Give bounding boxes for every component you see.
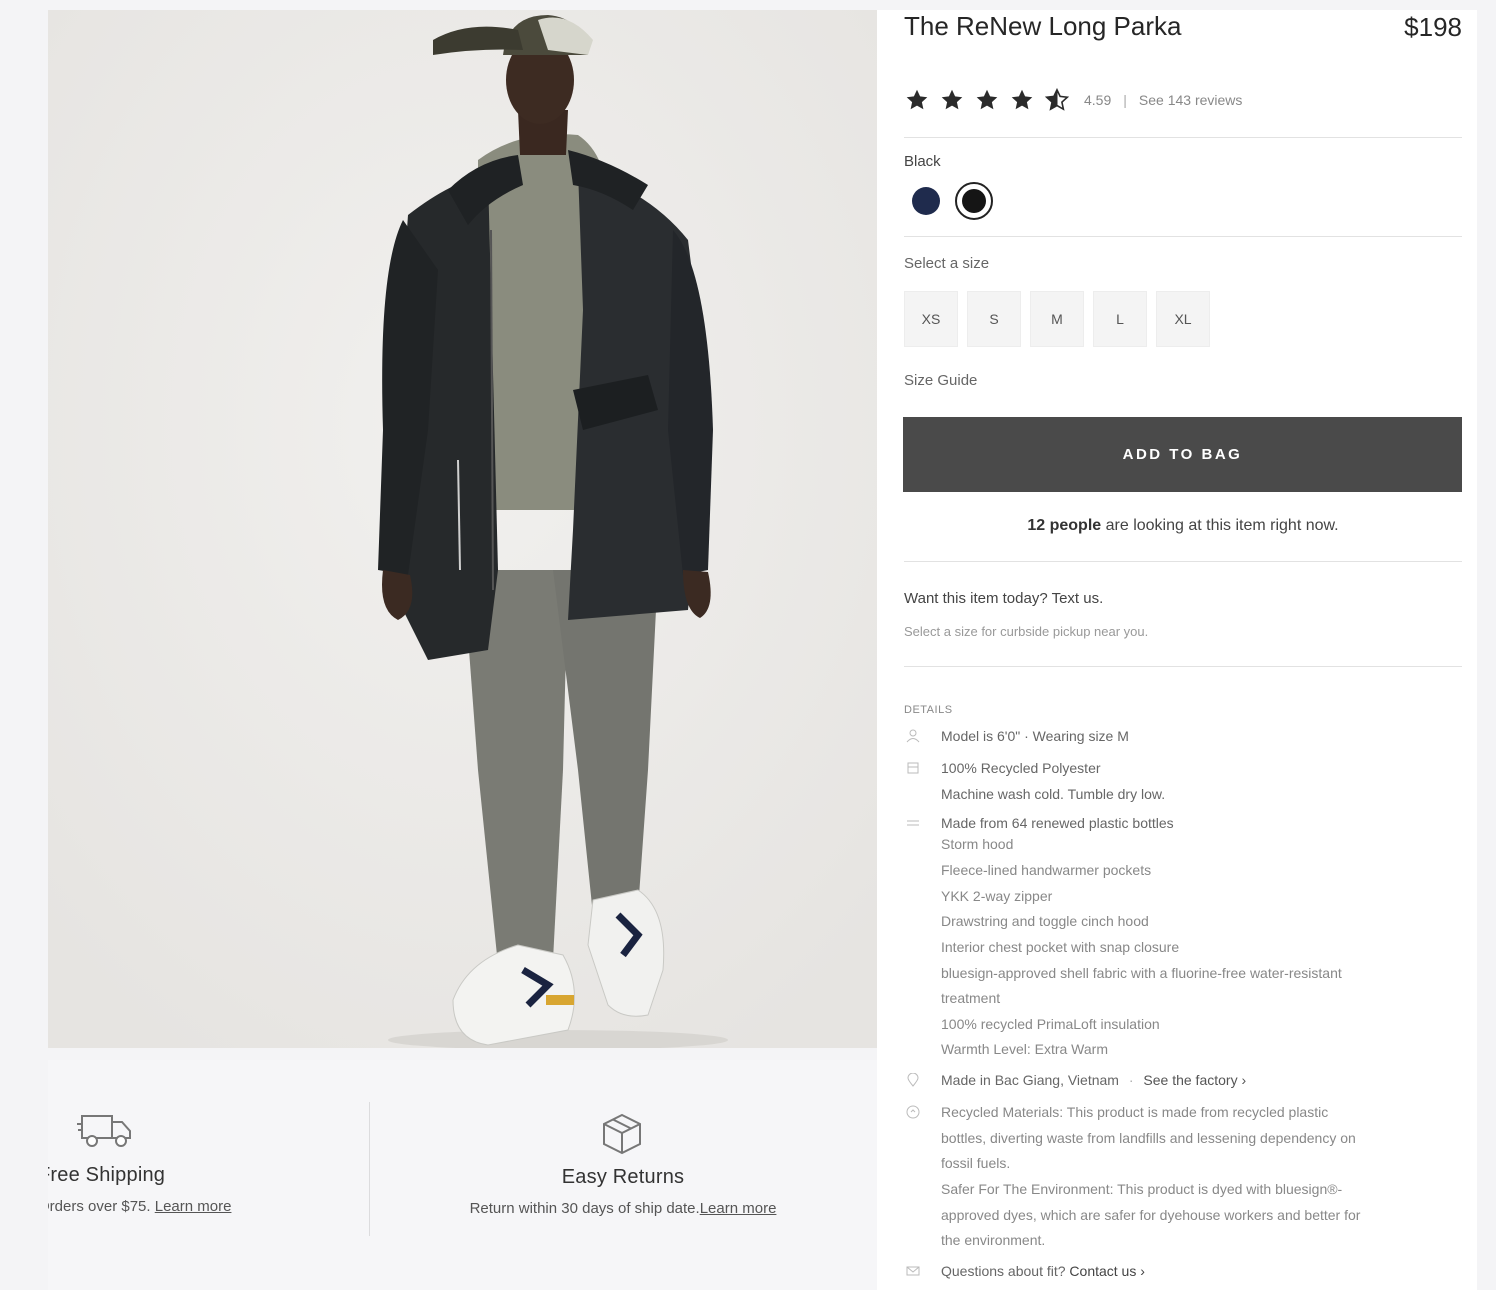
location-pin-icon [906,1072,920,1087]
size-option-xs[interactable]: XS [904,291,958,347]
reviews-link[interactable]: See 143 reviews [1139,92,1243,108]
easy-returns-title: Easy Returns [561,1166,685,1188]
size-selector: XS S M L XL [904,291,1210,347]
add-to-bag-button[interactable]: ADD TO BAG [903,417,1462,492]
made-in-text: Made in Bac Giang, Vietnam [941,1072,1119,1088]
detail-feature: Interior chest pocket with snap closure [941,939,1180,955]
star-icon [976,89,998,110]
detail-material: 100% Recycled Polyester [941,760,1101,776]
viewer-text: are looking at this item right now. [1101,517,1339,534]
detail-feature: Drawstring and toggle cinch hood [941,913,1149,929]
detail-feature: Made from 64 renewed plastic bottles [941,815,1174,831]
size-option-m[interactable]: M [1030,291,1084,347]
detail-feature: Fleece-lined handwarmer pockets [941,862,1152,878]
detail-feature: YKK 2-way zipper [941,888,1053,904]
product-info-panel: The ReNew Long Parka $198 4.59 | See 143… [877,10,1477,1290]
detail-feature: bluesign-approved shell fabric with a fl… [941,965,1342,981]
star-half-icon [1044,88,1070,111]
truck-icon [76,1112,134,1155]
color-swatch-navy[interactable] [912,187,940,215]
detail-environment: Safer For The Environment: This product … [941,1181,1343,1197]
swatch-fill [962,189,986,213]
easy-returns-desc: Return within 30 days of ship date. [469,1200,700,1217]
size-option-xl[interactable]: XL [1156,291,1210,347]
social-proof-text: 12 people are looking at this item right… [904,517,1462,535]
star-rating[interactable] [904,88,1070,112]
product-title: The ReNew Long Parka [904,11,1182,41]
color-swatch-black-selected[interactable] [955,182,993,220]
detail-feature: 100% recycled PrimaLoft insulation [941,1016,1160,1032]
viewer-count: 12 people [1027,517,1102,534]
rating-separator: | [1123,92,1127,108]
detail-recycled: bottles, diverting waste from landfills … [941,1130,1356,1146]
product-image [48,10,877,1048]
divider [904,666,1462,667]
detail-recycled: Recycled Materials: This product is made… [941,1104,1329,1120]
product-price: $198 [1404,12,1462,42]
model-wearing-parka-illustration [48,10,877,1048]
detail-care: Machine wash cold. Tumble dry low. [941,786,1166,802]
star-icon [906,89,928,110]
divider [904,137,1462,138]
detail-feature: treatment [941,990,1001,1006]
perks-strip: Free Shipping Orders over $75. Learn mor… [48,1060,877,1290]
detail-made-in: Made in Bac Giang, Vietnam · See the fac… [941,1072,1246,1088]
size-label: Select a size [904,255,990,272]
box-icon [600,1112,644,1161]
text-us-link[interactable]: Want this item today? Text us. [904,590,1103,607]
easy-returns-perk: Easy Returns Return within 30 days of sh… [418,1060,828,1290]
pickup-subtext: Select a size for curbside pickup near y… [904,624,1149,639]
mail-icon [906,1264,920,1278]
easy-returns-learn-more-link[interactable]: Learn more [700,1200,777,1217]
detail-questions: Questions about fit? Contact us › [941,1263,1145,1279]
fabric-icon [906,761,920,775]
contact-us-link[interactable]: Contact us › [1069,1263,1144,1279]
star-icon [941,89,963,110]
free-shipping-learn-more-link[interactable]: Learn more [155,1198,232,1215]
made-in-separator: · [1128,1072,1134,1088]
detail-environment: approved dyes, which are safer for dyeho… [941,1207,1361,1223]
recycle-icon [906,1105,920,1119]
list-icon [906,817,920,831]
star-icon [1011,89,1033,110]
divider [904,236,1462,237]
rating-score: 4.59 [1084,92,1112,108]
free-shipping-perk: Free Shipping Orders over $75. Learn mor… [48,1060,278,1290]
detail-feature: Storm hood [941,836,1014,852]
size-guide-link[interactable]: Size Guide [904,372,977,389]
color-label: Black [904,153,941,170]
size-option-l[interactable]: L [1093,291,1147,347]
questions-text: Questions about fit? [941,1263,1066,1279]
details-heading: DETAILS [904,704,953,716]
free-shipping-title: Free Shipping [48,1164,166,1186]
perks-divider [369,1102,370,1236]
size-option-s[interactable]: S [967,291,1021,347]
free-shipping-desc: Orders over $75. [48,1198,151,1215]
detail-feature: Warmth Level: Extra Warm [941,1041,1108,1057]
detail-recycled: fossil fuels. [941,1155,1011,1171]
divider [904,561,1462,562]
detail-environment: the environment. [941,1232,1046,1248]
see-factory-link[interactable]: See the factory › [1143,1072,1246,1088]
person-icon [906,729,920,743]
detail-model: Model is 6'0" · Wearing size M [941,728,1129,744]
rating-row: 4.59 | See 143 reviews [904,88,1242,112]
